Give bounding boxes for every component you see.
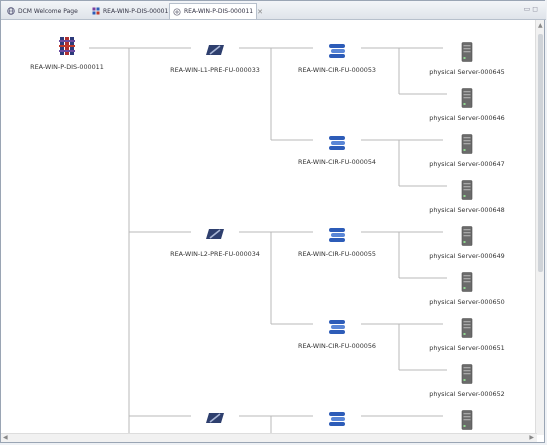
- server-icon: [460, 318, 474, 338]
- topology-node-server-4[interactable]: physical Server-000649: [429, 226, 505, 260]
- connector-lines: [89, 47, 447, 435]
- close-icon[interactable]: ✕: [257, 8, 263, 16]
- server-icon: [460, 364, 474, 384]
- topology-node-level2-3[interactable]: REA-WIN-CIR-FU-000056: [298, 319, 376, 350]
- graph-icon: [173, 7, 181, 16]
- scroll-left-icon[interactable]: ◀: [3, 434, 8, 442]
- topology-node-server-0[interactable]: physical Server-000645: [429, 42, 505, 76]
- node-label: REA-WIN-L1-PRE-FU-000033: [170, 66, 260, 74]
- horizontal-scrollbar[interactable]: ◀ ▶: [1, 433, 537, 442]
- topology-node-level1-0[interactable]: REA-WIN-L1-PRE-FU-000033: [170, 43, 260, 74]
- circuit-stack-icon: [327, 227, 347, 243]
- circuit-stack-icon: [327, 319, 347, 335]
- node-label: physical Server-000648: [429, 206, 505, 214]
- topology-node-server-8[interactable]: [460, 410, 474, 430]
- node-label: REA-WIN-CIR-FU-000054: [298, 158, 376, 166]
- node-label: REA-WIN-CIR-FU-000055: [298, 250, 376, 258]
- node-label: physical Server-000651: [429, 344, 505, 352]
- topology-node-server-3[interactable]: physical Server-000648: [429, 180, 505, 214]
- scroll-up-icon[interactable]: ▲: [538, 22, 543, 30]
- tab-rea-win-graph[interactable]: REA-WIN-P-DIS-000011 ✕: [169, 3, 263, 19]
- globe-icon: [7, 7, 15, 15]
- server-icon: [460, 42, 474, 62]
- maximize-icon[interactable]: ◻: [532, 5, 540, 13]
- tab-label: REA-WIN-P-DIS-000011: [184, 8, 254, 15]
- server-icon: [460, 410, 474, 430]
- server-icon: [460, 88, 474, 108]
- circuit-stack-icon: [327, 411, 347, 427]
- circuit-stack-icon: [327, 135, 347, 151]
- topology-canvas[interactable]: REA-WIN-P-DIS-000011 REA-WIN-L1-PRE-FU-0…: [1, 20, 537, 435]
- window-controls: ▭◻: [524, 5, 540, 13]
- topology-node-level1-2[interactable]: [205, 411, 225, 425]
- network-switch-icon: [205, 227, 225, 241]
- node-label: physical Server-000650: [429, 298, 505, 306]
- topology-node-server-5[interactable]: physical Server-000650: [429, 272, 505, 306]
- node-label: REA-WIN-CIR-FU-000056: [298, 342, 376, 350]
- diagram-icon: [92, 7, 100, 15]
- topology-node-server-7[interactable]: physical Server-000652: [429, 364, 505, 398]
- vertical-scroll-thumb[interactable]: [538, 34, 543, 272]
- topology-node-server-1[interactable]: physical Server-000646: [429, 88, 505, 122]
- topology-node-level2-0[interactable]: REA-WIN-CIR-FU-000053: [298, 43, 376, 74]
- minimize-icon[interactable]: ▭: [524, 5, 533, 13]
- topology-node-level2-1[interactable]: REA-WIN-CIR-FU-000054: [298, 135, 376, 166]
- tab-dcm-welcome[interactable]: DCM Welcome Page: [4, 3, 84, 19]
- tab-label: DCM Welcome Page: [18, 7, 78, 15]
- topology-node-level2-4[interactable]: [327, 411, 347, 427]
- vertical-scrollbar[interactable]: ▲: [535, 20, 544, 435]
- topology-node-server-2[interactable]: physical Server-000647: [429, 134, 505, 168]
- circuit-stack-icon: [327, 43, 347, 59]
- node-label: physical Server-000646: [429, 114, 505, 122]
- node-label: REA-WIN-L2-PRE-FU-000034: [170, 250, 260, 258]
- tab-label: REA-WIN-P-DIS-000011: [103, 7, 173, 15]
- topology-node-level2-2[interactable]: REA-WIN-CIR-FU-000055: [298, 227, 376, 258]
- node-label: physical Server-000649: [429, 252, 505, 260]
- node-label: physical Server-000645: [429, 68, 505, 76]
- editor-window: DCM Welcome Page REA-WIN-P-DIS-000011 RE…: [0, 0, 546, 443]
- node-label: REA-WIN-P-DIS-000011: [30, 63, 104, 71]
- editor-tab-bar: DCM Welcome Page REA-WIN-P-DIS-000011 RE…: [1, 1, 546, 20]
- cluster-root-icon: [58, 36, 76, 56]
- node-label: physical Server-000647: [429, 160, 505, 168]
- server-icon: [460, 134, 474, 154]
- server-icon: [460, 180, 474, 200]
- topology-node-level1-1[interactable]: REA-WIN-L2-PRE-FU-000034: [170, 227, 260, 258]
- topology-node-server-6[interactable]: physical Server-000651: [429, 318, 505, 352]
- node-label: REA-WIN-CIR-FU-000053: [298, 66, 376, 74]
- network-switch-icon: [205, 411, 225, 425]
- topology-node-root[interactable]: REA-WIN-P-DIS-000011: [30, 36, 104, 71]
- tab-rea-win-diagram[interactable]: REA-WIN-P-DIS-000011: [89, 3, 172, 19]
- server-icon: [460, 272, 474, 292]
- scroll-right-icon[interactable]: ▶: [529, 434, 534, 442]
- node-label: physical Server-000652: [429, 390, 505, 398]
- server-icon: [460, 226, 474, 246]
- network-switch-icon: [205, 43, 225, 57]
